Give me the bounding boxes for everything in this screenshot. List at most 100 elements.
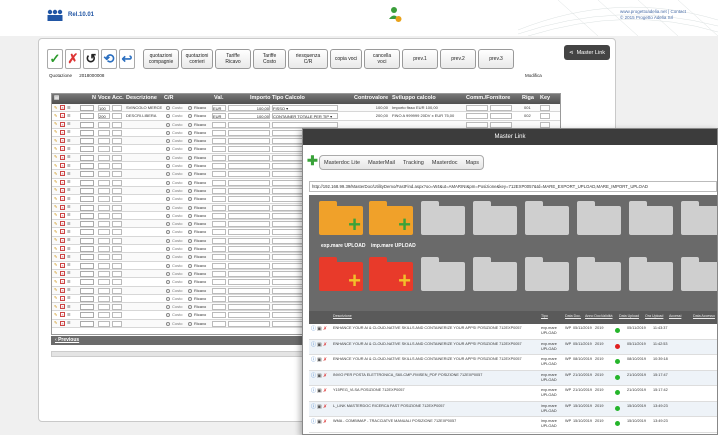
importo-field[interactable]: 100,00 <box>228 113 270 120</box>
row-select[interactable] <box>80 179 94 186</box>
acc-field[interactable] <box>112 279 122 286</box>
ricavo-radio[interactable] <box>188 188 192 193</box>
val-field[interactable] <box>212 179 226 186</box>
file-row[interactable]: ⓘ ▣ ✗ ENHANCE YOUR AI & CLOUD-NATIVE SKILLS… <box>309 355 717 371</box>
val-field[interactable] <box>212 254 226 261</box>
descrizione-field[interactable] <box>126 296 164 303</box>
fcol-data-doc[interactable]: Data Doc. <box>565 314 581 318</box>
details-icon[interactable]: ☰ <box>67 204 71 211</box>
acc-field[interactable] <box>112 196 122 203</box>
fornitore-field[interactable] <box>490 121 512 128</box>
costo-radio[interactable] <box>166 305 170 310</box>
details-icon[interactable]: ☰ <box>67 121 71 128</box>
acc-field[interactable] <box>112 121 122 128</box>
fornitore-field[interactable] <box>490 113 512 120</box>
importo-field[interactable] <box>228 196 270 203</box>
file-open-icon[interactable]: ▣ <box>317 389 322 394</box>
ricavo-radio[interactable] <box>188 271 192 276</box>
edit-icon[interactable]: ✎ <box>54 237 57 244</box>
acc-field[interactable] <box>112 212 122 219</box>
importo-field[interactable] <box>228 204 270 211</box>
upload-folder-icon[interactable]: + <box>369 201 413 236</box>
delete-icon[interactable]: × <box>60 187 65 193</box>
descrizione-field[interactable] <box>126 138 164 145</box>
delete-icon[interactable]: × <box>60 254 65 260</box>
importo-field[interactable] <box>228 270 270 277</box>
file-row[interactable]: ⓘ ▣ ✗ ENHANCE YOUR AI & CLOUD-NATIVE SKILLS… <box>309 324 717 340</box>
voce-field[interactable] <box>98 171 110 178</box>
file-delete-icon[interactable]: ✗ <box>323 389 328 394</box>
costo-radio[interactable] <box>166 122 170 127</box>
ricavo-radio[interactable] <box>188 147 192 152</box>
costo-radio[interactable] <box>166 255 170 260</box>
voce-field[interactable] <box>98 254 110 261</box>
costo-radio[interactable] <box>166 188 170 193</box>
tab-tracking[interactable]: Tracking <box>403 160 424 166</box>
prev2-button[interactable]: prev.2 <box>440 49 476 69</box>
acc-field[interactable] <box>112 246 122 253</box>
details-icon[interactable]: ☰ <box>67 312 71 319</box>
delete-icon[interactable]: × <box>60 221 65 227</box>
master-link-button[interactable]: ⋖ Master Link <box>564 45 610 60</box>
voce-field[interactable] <box>98 163 110 170</box>
tariffe-ricavo-button[interactable]: Tariffe Ricavo <box>215 49 251 69</box>
voce-field[interactable]: 200 <box>98 113 110 120</box>
details-icon[interactable]: ☰ <box>67 171 71 178</box>
acc-field[interactable] <box>112 146 122 153</box>
delete-icon[interactable]: × <box>60 196 65 202</box>
empty-folder-icon[interactable] <box>421 201 465 235</box>
file-info-icon[interactable]: ⓘ <box>311 358 316 363</box>
val-field[interactable] <box>212 287 226 294</box>
details-icon[interactable]: ☰ <box>67 187 71 194</box>
voce-field[interactable] <box>98 237 110 244</box>
cancella-voci-button[interactable]: cancella voci <box>364 49 400 69</box>
importo-field[interactable] <box>228 262 270 269</box>
delete-icon[interactable]: × <box>60 279 65 285</box>
descrizione-field[interactable] <box>126 171 164 178</box>
ricavo-radio[interactable] <box>188 255 192 260</box>
edit-icon[interactable]: ✎ <box>54 312 57 319</box>
file-row[interactable]: ⓘ ▣ ✗ ENHANCE YOUR AI & CLOUD-NATIVE SKILLS… <box>309 339 717 355</box>
details-icon[interactable]: ☰ <box>67 154 71 161</box>
voce-field[interactable] <box>98 121 110 128</box>
details-icon[interactable]: ☰ <box>67 270 71 277</box>
row-select[interactable] <box>80 121 94 128</box>
edit-icon[interactable]: ✎ <box>54 320 57 327</box>
costo-radio[interactable] <box>166 114 170 119</box>
details-icon[interactable]: ☰ <box>67 237 71 244</box>
ricavo-radio[interactable] <box>188 288 192 293</box>
row-select[interactable] <box>80 113 94 120</box>
file-row[interactable]: ⓘ ▣ ✗ Y15PEG_VLSA POSIZIONE 712EXP0057 exp.m… <box>309 386 717 402</box>
fcol-tipo[interactable]: Tipo <box>541 314 548 318</box>
details-icon[interactable]: ☰ <box>67 229 71 236</box>
riesquenza-button[interactable]: riesquenza C/R <box>288 49 328 69</box>
grid-menu-icon[interactable]: ▤ <box>54 95 59 101</box>
delete-icon[interactable]: × <box>60 146 65 152</box>
descrizione-field[interactable] <box>126 196 164 203</box>
edit-icon[interactable]: ✎ <box>54 287 57 294</box>
costo-radio[interactable] <box>166 197 170 202</box>
voce-field[interactable] <box>98 146 110 153</box>
val-field[interactable] <box>212 279 226 286</box>
delete-icon[interactable]: × <box>60 304 65 310</box>
descrizione-field[interactable] <box>126 163 164 170</box>
back-icon[interactable]: ↩ <box>119 49 135 69</box>
acc-field[interactable] <box>112 229 122 236</box>
costo-radio[interactable] <box>166 271 170 276</box>
costo-radio[interactable] <box>166 247 170 252</box>
acc-field[interactable] <box>112 163 122 170</box>
val-field[interactable]: EUR <box>212 113 226 120</box>
ricavo-radio[interactable] <box>188 321 192 326</box>
delete-icon[interactable]: × <box>60 154 65 160</box>
importo-field[interactable] <box>228 187 270 194</box>
tab-maps[interactable]: Maps <box>466 160 479 166</box>
delete-icon[interactable]: × <box>60 312 65 318</box>
edit-icon[interactable]: ✎ <box>54 262 57 269</box>
row-select[interactable] <box>80 246 94 253</box>
details-icon[interactable]: ☰ <box>67 279 71 286</box>
costo-radio[interactable] <box>166 205 170 210</box>
acc-field[interactable] <box>112 179 122 186</box>
delete-icon[interactable]: × <box>60 129 65 135</box>
row-select[interactable] <box>80 312 94 319</box>
descrizione-field[interactable] <box>126 180 164 187</box>
